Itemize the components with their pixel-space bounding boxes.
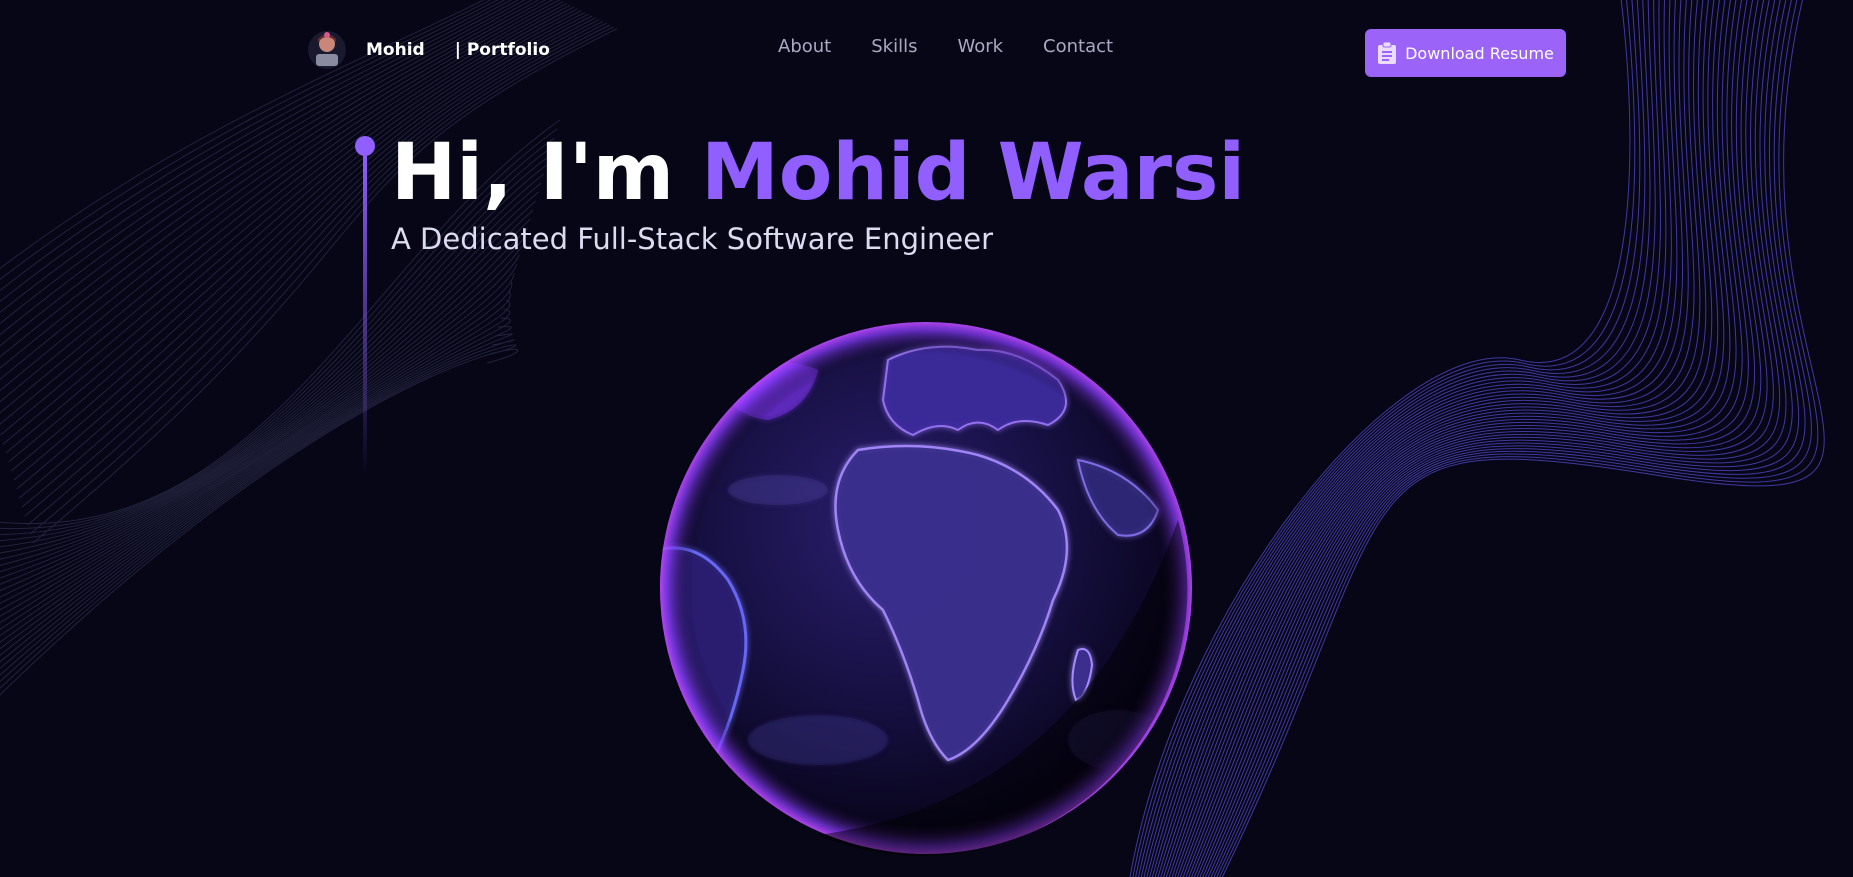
- brand-logo-link[interactable]: Mohid | Portfolio: [308, 30, 550, 70]
- download-resume-label: Download Resume: [1405, 43, 1554, 63]
- clipboard-icon: [1377, 41, 1397, 64]
- avatar-icon: [308, 30, 346, 70]
- nav-link-skills[interactable]: Skills: [871, 36, 917, 57]
- hero-accent-line: [355, 136, 375, 476]
- brand-portfolio-label: | Portfolio: [454, 40, 550, 60]
- hero-subtitle: A Dedicated Full-Stack Software Engineer: [391, 222, 994, 256]
- earth-globe[interactable]: [658, 320, 1194, 856]
- brand-name: Mohid: [366, 40, 425, 60]
- download-resume-button[interactable]: Download Resume: [1365, 29, 1566, 77]
- navbar: Mohid | Portfolio About Skills Work Cont…: [0, 0, 1853, 100]
- nav-link-contact[interactable]: Contact: [1043, 36, 1113, 57]
- hero-name: Mohid Warsi: [701, 128, 1246, 218]
- nav-links: About Skills Work Contact: [778, 36, 1113, 57]
- nav-link-work[interactable]: Work: [957, 36, 1003, 57]
- hero-title: Hi, I'm Mohid Warsi: [391, 128, 1245, 218]
- nav-link-about[interactable]: About: [778, 36, 831, 57]
- hero-greeting: Hi, I'm: [391, 128, 702, 218]
- portfolio-page: Mohid | Portfolio About Skills Work Cont…: [0, 0, 1853, 877]
